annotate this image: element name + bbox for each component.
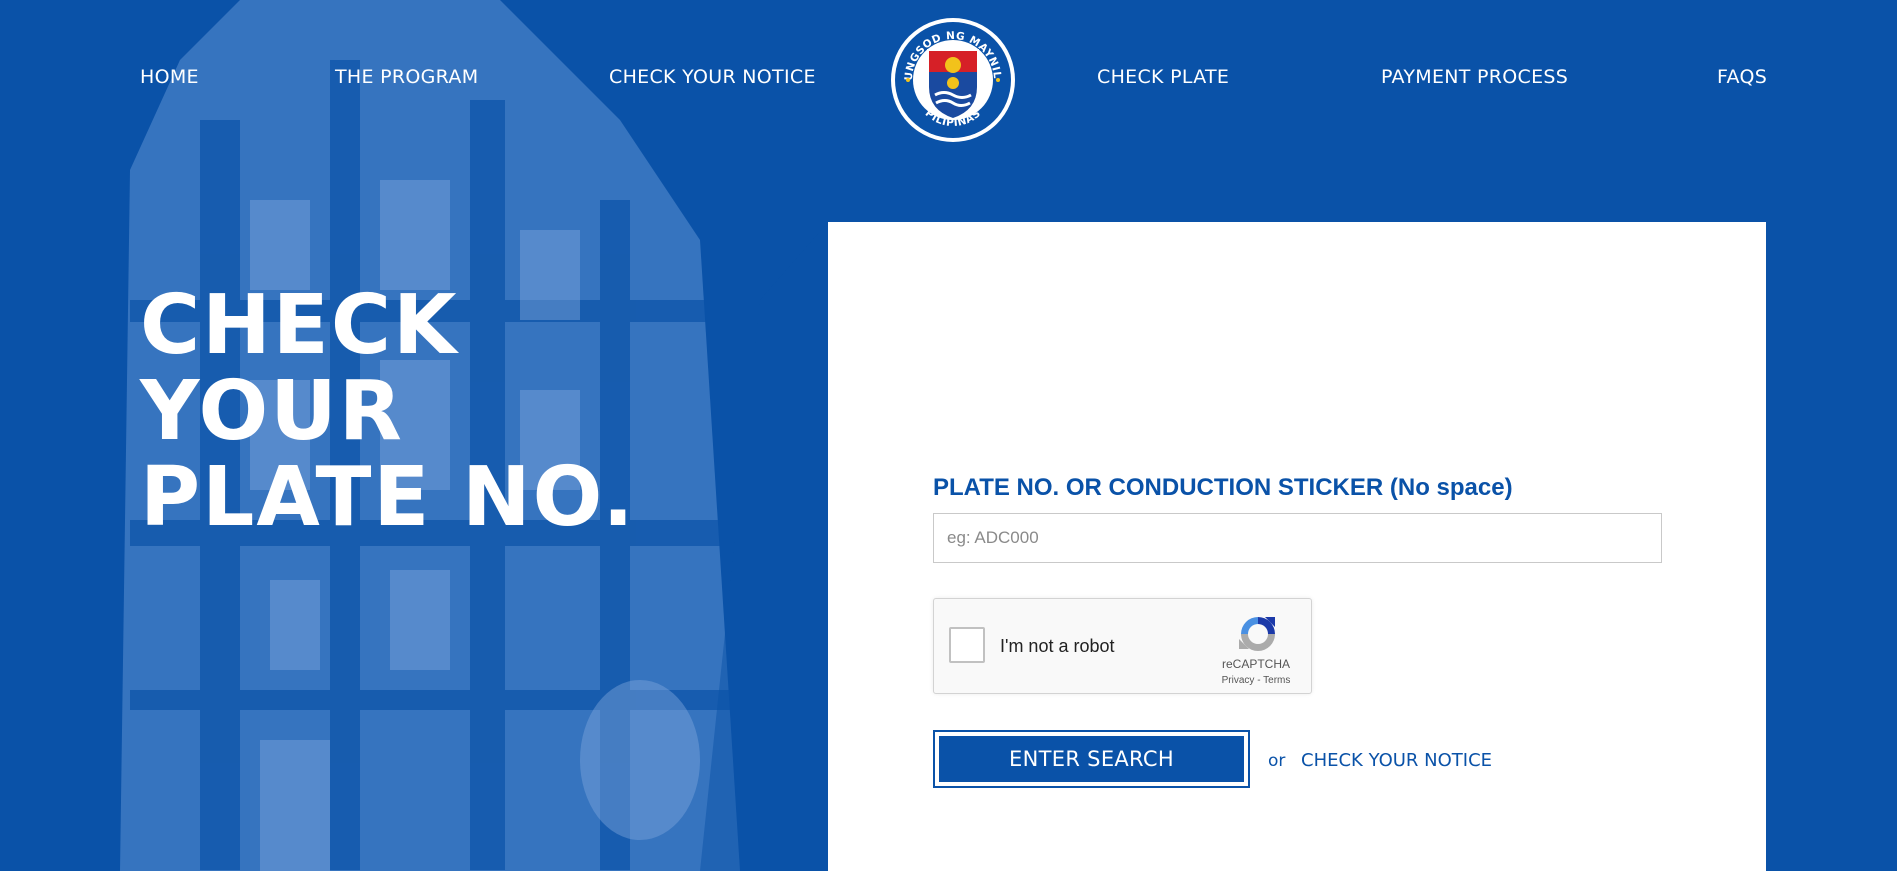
city-seal-icon: LUNGSOD NG MAYNILA PILIPINAS [886,8,1015,142]
check-your-notice-link[interactable]: CHECK YOUR NOTICE [1301,750,1492,771]
hero-title: CHECK YOUR PLATE NO. [140,278,636,545]
nav-check-your-notice[interactable]: CHECK YOUR NOTICE [609,66,816,88]
recaptcha-logo-icon [1239,617,1275,651]
search-button-frame: ENTER SEARCH [933,730,1250,788]
recaptcha-widget: I'm not a robot reCAPTCHA Privacy - Term… [933,598,1312,694]
enter-search-button[interactable]: ENTER SEARCH [939,736,1244,782]
or-text: or [1268,751,1286,771]
plate-search-card: PLATE NO. OR CONDUCTION STICKER (No spac… [828,222,1766,871]
nav-faqs[interactable]: FAQS [1717,66,1767,88]
recaptcha-terms-link[interactable]: Terms [1263,675,1290,686]
recaptcha-links-separator: - [1254,675,1264,686]
nav-home[interactable]: HOME [140,66,199,88]
nav-payment-process[interactable]: PAYMENT PROCESS [1381,66,1568,88]
recaptcha-checkbox[interactable] [949,627,985,663]
plate-field-label: PLATE NO. OR CONDUCTION STICKER (No spac… [933,474,1513,501]
nav-the-program[interactable]: THE PROGRAM [335,66,478,88]
plate-number-input[interactable] [933,513,1662,563]
recaptcha-label: I'm not a robot [1000,636,1115,656]
city-seal-logo[interactable]: LUNGSOD NG MAYNILA PILIPINAS [886,8,1016,143]
nav-check-plate[interactable]: CHECK PLATE [1097,66,1229,88]
recaptcha-links: Privacy - Terms [1206,675,1306,686]
top-navigation: HOME THE PROGRAM CHECK YOUR NOTICE LUNGS… [0,0,1897,160]
recaptcha-brand: reCAPTCHA [1221,657,1290,671]
recaptcha-privacy-link[interactable]: Privacy [1222,675,1255,686]
